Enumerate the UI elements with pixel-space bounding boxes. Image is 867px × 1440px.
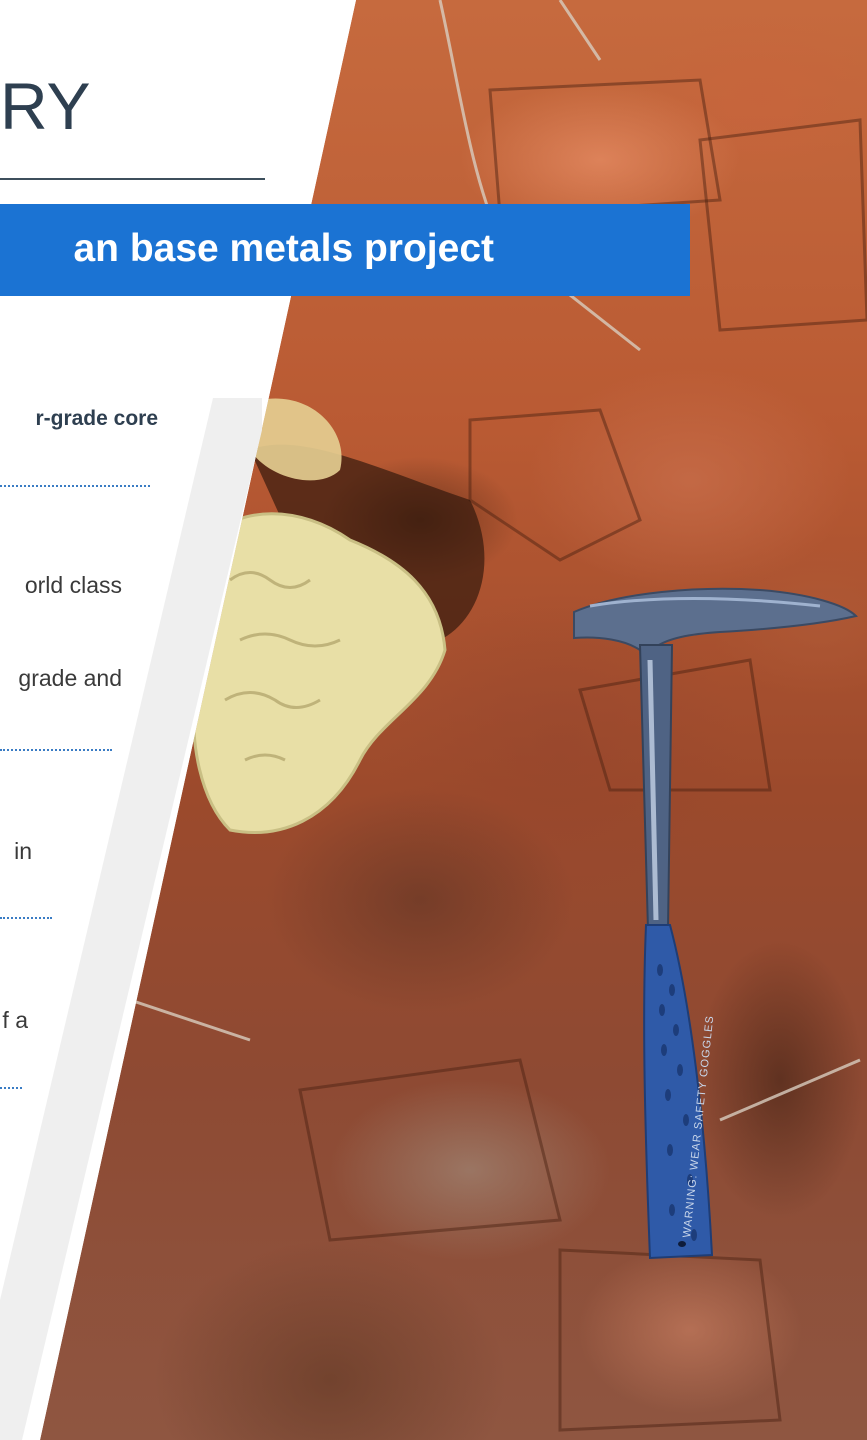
body-line-2: orld class <box>24 572 122 598</box>
body-line-5: f a <box>2 1007 28 1033</box>
dotted-divider-4 <box>0 1087 22 1089</box>
rock-hammer <box>573 587 858 1260</box>
body-line-4: in <box>14 838 32 864</box>
dotted-divider-1 <box>0 485 150 487</box>
slide: WARNING: WEAR SAFETY GOGGLES RY an base … <box>0 0 867 1440</box>
dotted-divider-2 <box>0 749 112 751</box>
project-banner: an base metals project <box>0 204 690 296</box>
body-line-3: grade and <box>18 665 122 691</box>
dotted-divider-3 <box>0 917 52 919</box>
page-title: RY <box>0 69 91 143</box>
title-underline <box>0 178 265 180</box>
banner-title: an base metals project <box>73 227 494 270</box>
body-line-1: r-grade core <box>35 407 158 430</box>
